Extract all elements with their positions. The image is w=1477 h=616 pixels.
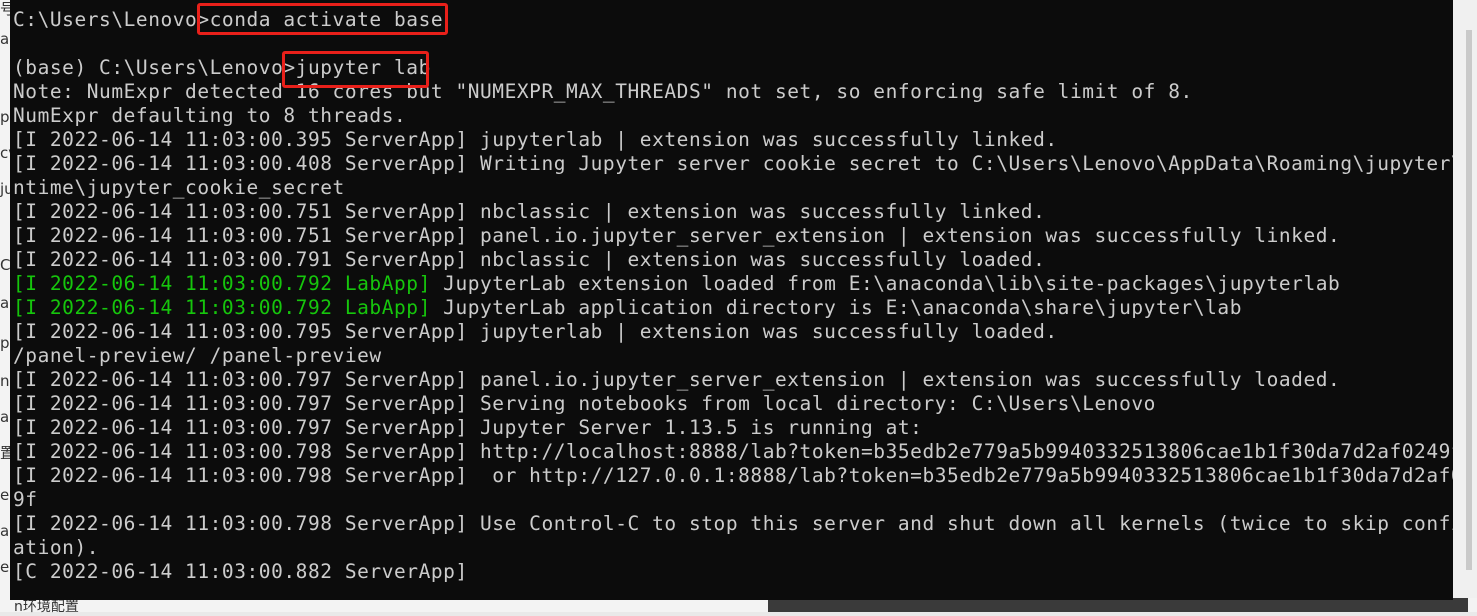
- background-text-fragment: a: [0, 294, 10, 312]
- terminal-line: [I 2022-06-14 11:03:00.797 ServerApp] pa…: [13, 368, 1340, 392]
- terminal-line-text: ation).: [13, 536, 100, 559]
- terminal-line-text: [I 2022-06-14 11:03:00.797 ServerApp] pa…: [13, 368, 1341, 391]
- vertical-scrollbar[interactable]: [1466, 30, 1472, 570]
- terminal-line-text: [I 2022-06-14 11:03:00.797 ServerApp] Se…: [13, 392, 1156, 415]
- terminal-line: [I 2022-06-14 11:03:00.791 ServerApp] nb…: [13, 248, 1045, 272]
- terminal-line: [I 2022-06-14 11:03:00.797 ServerApp] Ju…: [13, 416, 922, 440]
- terminal-line: 9f: [13, 488, 38, 512]
- terminal-line-text: [I 2022-06-14 11:03:00.751 ServerApp] pa…: [13, 224, 1341, 247]
- terminal-line-text: [I 2022-06-14 11:03:00.791 ServerApp] nb…: [13, 248, 1046, 271]
- terminal-line-text: [I 2022-06-14 11:03:00.408 ServerApp] Wr…: [13, 152, 1453, 175]
- terminal-line: NumExpr defaulting to 8 threads.: [13, 104, 406, 128]
- terminal-line: ation).: [13, 536, 99, 560]
- terminal-line: ntime\jupyter_cookie_secret: [13, 176, 345, 200]
- terminal-line-text: NumExpr defaulting to 8 threads.: [13, 104, 407, 127]
- terminal-line-text: ntime\jupyter_cookie_secret: [13, 176, 345, 199]
- background-scroll-area: [1453, 0, 1477, 612]
- terminal-line-text: [I 2022-06-14 11:03:00.798 ServerApp] ht…: [13, 440, 1453, 463]
- terminal-line-text: [I 2022-06-14 11:03:00.798 ServerApp] or…: [13, 464, 1453, 487]
- terminal-line: [I 2022-06-14 11:03:00.795 ServerApp] ju…: [13, 320, 1058, 344]
- terminal-line-text: [I 2022-06-14 11:03:00.751 ServerApp] nb…: [13, 200, 1046, 223]
- terminal-line-text: Note: NumExpr detected 16 cores but "NUM…: [13, 80, 1193, 103]
- terminal-line: Note: NumExpr detected 16 cores but "NUM…: [13, 80, 1193, 104]
- terminal-line-text: /panel-preview/ /panel-preview: [13, 344, 382, 367]
- background-text-fragment: p: [0, 334, 10, 352]
- terminal-line-text: JupyterLab extension loaded from E:\anac…: [430, 272, 1341, 295]
- terminal-line: /panel-preview/ /panel-preview: [13, 344, 382, 368]
- terminal-line-text: JupyterLab application directory is E:\a…: [430, 296, 1242, 319]
- terminal-line: [I 2022-06-14 11:03:00.395 ServerApp] ju…: [13, 128, 1058, 152]
- background-text-fragment: a: [0, 408, 10, 426]
- terminal-line: [I 2022-06-14 11:03:00.792 LabApp] Jupyt…: [13, 272, 1340, 296]
- terminal-line: [I 2022-06-14 11:03:00.798 ServerApp] ht…: [13, 440, 1453, 464]
- background-panel: [768, 598, 1468, 612]
- background-text-fragment: p: [0, 108, 10, 126]
- terminal-line: [I 2022-06-14 11:03:00.751 ServerApp] pa…: [13, 224, 1340, 248]
- log-prefix-labapp: [I 2022-06-14 11:03:00.792 LabApp]: [13, 296, 431, 319]
- terminal-line-text: [I 2022-06-14 11:03:00.797 ServerApp] Ju…: [13, 416, 923, 439]
- terminal-line-text: [I 2022-06-14 11:03:00.395 ServerApp] ju…: [13, 128, 1058, 151]
- highlight-conda-command: [197, 3, 448, 35]
- highlight-jupyter-command: [282, 51, 429, 88]
- background-text-fragment: n: [0, 372, 10, 390]
- terminal-line-text: 9f: [13, 488, 38, 511]
- terminal-line: [C 2022-06-14 11:03:00.882 ServerApp]: [13, 560, 468, 584]
- background-text-fragment: a: [0, 30, 10, 48]
- terminal-line-text: [C 2022-06-14 11:03:00.882 ServerApp]: [13, 560, 468, 583]
- log-prefix-labapp: [I 2022-06-14 11:03:00.792 LabApp]: [13, 272, 431, 295]
- terminal-line-text: [I 2022-06-14 11:03:00.798 ServerApp] Us…: [13, 512, 1453, 535]
- terminal-line-text: [I 2022-06-14 11:03:00.795 ServerApp] ju…: [13, 320, 1058, 343]
- terminal-line: [I 2022-06-14 11:03:00.792 LabApp] Jupyt…: [13, 296, 1242, 320]
- background-text-fragment: a: [0, 522, 10, 540]
- terminal-line: [I 2022-06-14 11:03:00.798 ServerApp] or…: [13, 464, 1453, 488]
- background-text-fragment: C: [0, 256, 11, 274]
- terminal-window[interactable]: C:\Users\Lenovo>conda activate base (base…: [10, 0, 1453, 600]
- terminal-line: [I 2022-06-14 11:03:00.751 ServerApp] nb…: [13, 200, 1045, 224]
- terminal-line: [I 2022-06-14 11:03:00.797 ServerApp] Se…: [13, 392, 1156, 416]
- terminal-line: [I 2022-06-14 11:03:00.408 ServerApp] Wr…: [13, 152, 1453, 176]
- terminal-line: [I 2022-06-14 11:03:00.798 ServerApp] Us…: [13, 512, 1453, 536]
